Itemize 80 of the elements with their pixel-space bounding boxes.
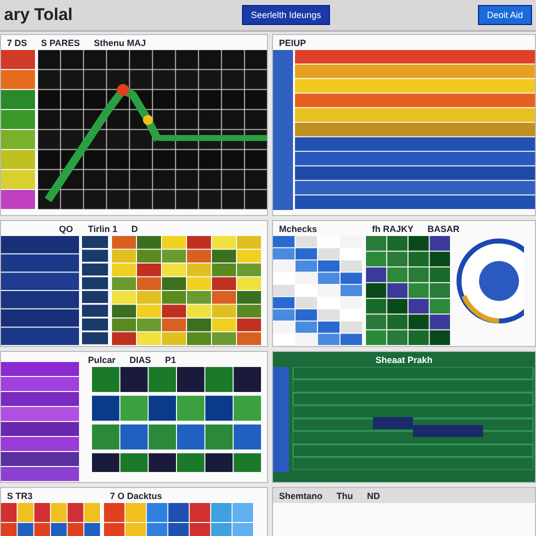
data-point: [116, 84, 129, 96]
heatmap-cell: [237, 291, 261, 304]
row-key: [82, 277, 108, 290]
heatmap-cell: [112, 236, 136, 249]
panel-label: 7 DS: [7, 38, 28, 48]
panel-label: P1: [165, 354, 176, 364]
heatmap-cell: [137, 304, 161, 318]
heatmap-cell: [187, 318, 211, 332]
heatmap-cell: [187, 277, 211, 290]
row-key: [82, 291, 108, 303]
heatmap-cell: [212, 318, 236, 332]
heatmap-cell: [212, 236, 236, 249]
heatmap-cell: [187, 250, 211, 262]
panel-label: Sheaat Prakh: [375, 354, 433, 364]
heatmap-cell: [237, 250, 261, 262]
panel-label: Sthenu MAJ: [94, 38, 146, 48]
panel-label: D: [131, 224, 138, 234]
panel-label: 7 O Dacktus: [110, 490, 162, 500]
row-key: [82, 236, 108, 248]
heatmap-cell: [137, 236, 161, 249]
heatmap-cell: [187, 304, 211, 318]
heatmap-cell: [212, 264, 236, 276]
heatmap-cell: [162, 291, 186, 304]
row-key: [82, 332, 108, 344]
data-point: [142, 115, 153, 125]
heatmap-cell: [162, 264, 186, 276]
header-button[interactable]: Seerlelth Ideungs: [242, 5, 330, 25]
heatmap-cell: [187, 291, 211, 304]
panel-label: S PARES: [41, 38, 80, 48]
panel-label: Mchecks: [279, 224, 318, 234]
panel-label: Shemtano: [279, 490, 323, 500]
heatmap-cell: [137, 318, 161, 332]
panel-label: QO: [58, 224, 73, 234]
panel-label: BASAR: [428, 224, 460, 234]
heatmap-cell: [112, 277, 136, 290]
heatmap-cell: [212, 250, 236, 262]
heatmap-cell: [187, 236, 211, 249]
panel-label: PEIUP: [279, 38, 306, 48]
heatmap-cell: [162, 318, 186, 332]
heatmap-cell: [137, 277, 161, 290]
header-button[interactable]: Deoit Aid: [478, 5, 532, 25]
row-key: [82, 318, 108, 330]
heatmap-cell: [162, 277, 186, 290]
heatmap-cell: [112, 332, 136, 345]
heatmap-cell: [212, 304, 236, 318]
heatmap-cell: [137, 291, 161, 304]
panel-label: Tirlin 1: [88, 224, 118, 234]
panel-label: Thu: [336, 490, 354, 500]
heatmap-cell: [237, 264, 261, 276]
heatmap-cell: [212, 291, 236, 304]
heatmap-cell: [187, 332, 211, 345]
heatmap-cell: [212, 277, 236, 290]
heatmap-cell: [237, 304, 261, 318]
row-key: [82, 250, 108, 262]
panel-label: S TR3: [7, 490, 33, 500]
heatmap-cell: [137, 264, 161, 276]
heatmap-cell: [112, 291, 136, 304]
heatmap-cell: [112, 264, 136, 276]
panel-label: Pulcar: [88, 354, 116, 364]
dashboard-title: ary Tolal: [4, 5, 74, 25]
heatmap-cell: [112, 304, 136, 318]
panel-label: fh RAJKY: [372, 224, 414, 234]
heatmap-cell: [162, 332, 186, 345]
heatmap-cell: [162, 250, 186, 262]
heatmap-cell: [112, 318, 136, 332]
panel-label: ND: [367, 490, 380, 500]
heatmap-cell: [137, 332, 161, 345]
heatmap-cell: [237, 318, 261, 332]
row-key: [82, 264, 108, 276]
heatmap-cell: [112, 250, 136, 262]
row-key: [82, 304, 108, 317]
heatmap-cell: [237, 236, 261, 249]
heatmap-cell: [187, 264, 211, 276]
heatmap-cell: [237, 332, 261, 345]
heatmap-cell: [162, 236, 186, 249]
panel-label: DIAS: [130, 354, 152, 364]
heatmap-cell: [237, 277, 261, 290]
heatmap-cell: [212, 332, 236, 345]
heatmap-cell: [162, 304, 186, 318]
heatmap-cell: [137, 250, 161, 262]
